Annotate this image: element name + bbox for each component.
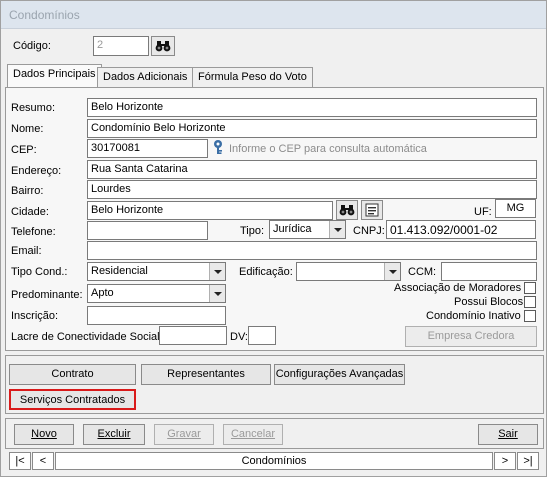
novo-button[interactable]: Novo: [14, 424, 74, 445]
assoc-moradores-label: Associação de Moradores: [394, 282, 522, 294]
key-icon[interactable]: [213, 139, 227, 158]
tipo-cond-label: Tipo Cond.:: [11, 266, 68, 278]
chevron-down-icon[interactable]: [209, 285, 225, 302]
endereco-field[interactable]: Rua Santa Catarina: [87, 160, 537, 179]
configuracoes-avancadas-button[interactable]: Configurações Avançadas: [274, 364, 405, 385]
tab-dados-principais[interactable]: Dados Principais: [7, 64, 102, 87]
window-title: Condomínios: [1, 1, 546, 29]
tab-formula-peso-voto[interactable]: Fórmula Peso do Voto: [192, 67, 313, 88]
email-field[interactable]: [87, 241, 537, 260]
nome-label: Nome:: [11, 123, 44, 135]
inscricao-field[interactable]: [87, 306, 226, 325]
email-label: Email:: [11, 245, 42, 257]
cancelar-button-label: Cancelar: [230, 428, 276, 440]
codigo-search-button[interactable]: [151, 36, 175, 56]
excluir-button[interactable]: Excluir: [83, 424, 145, 445]
condominio-inativo-checkbox[interactable]: [524, 310, 536, 322]
ccm-field[interactable]: [441, 262, 537, 281]
edificacao-label: Edificação:: [239, 266, 293, 278]
cidade-search-button[interactable]: [336, 200, 358, 220]
lacre-field[interactable]: [159, 326, 227, 345]
tab-dados-adicionais[interactable]: Dados Adicionais: [97, 67, 194, 88]
telefone-label: Telefone:: [11, 226, 56, 238]
predominante-select[interactable]: Apto: [87, 284, 226, 303]
dv-label: DV:: [230, 331, 248, 343]
gravar-button-label: Gravar: [167, 428, 201, 440]
binoculars-icon: [339, 205, 355, 216]
condominios-window: Condomínios Código: 2 Dados Principais D…: [0, 0, 547, 477]
predominante-label: Predominante:: [11, 289, 83, 301]
uf-field[interactable]: MG: [495, 199, 536, 218]
empresa-credora-button[interactable]: Empresa Credora: [405, 326, 537, 347]
tipo-select[interactable]: Jurídica: [269, 220, 346, 239]
resumo-field[interactable]: Belo Horizonte: [87, 98, 537, 117]
codigo-field[interactable]: 2: [93, 36, 149, 56]
endereco-label: Endereço:: [11, 165, 62, 177]
sair-button-label: Sair: [498, 428, 518, 440]
tipo-cond-select[interactable]: Residencial: [87, 262, 226, 281]
tipo-cond-select-value: Residencial: [91, 265, 148, 277]
chevron-down-icon[interactable]: [209, 263, 225, 280]
representantes-button[interactable]: Representantes: [141, 364, 271, 385]
binoculars-icon: [155, 41, 171, 52]
cidade-label: Cidade:: [11, 206, 49, 218]
cep-field[interactable]: 30170081: [87, 139, 208, 158]
ccm-label: CCM:: [408, 266, 437, 278]
bairro-label: Bairro:: [11, 185, 44, 197]
dv-field[interactable]: [248, 326, 276, 345]
lacre-label: Lacre de Conectividade Social:: [11, 331, 163, 343]
novo-button-label: Novo: [31, 428, 57, 440]
gravar-button[interactable]: Gravar: [154, 424, 214, 445]
cep-label: CEP:: [11, 144, 37, 156]
servicos-contratados-button[interactable]: Serviços Contratados: [9, 389, 136, 410]
chevron-down-icon[interactable]: [329, 221, 345, 238]
codigo-label: Código:: [13, 40, 51, 52]
cnpj-label: CNPJ:: [353, 225, 385, 237]
cidade-field[interactable]: Belo Horizonte: [87, 201, 333, 220]
uf-label: UF:: [474, 206, 492, 218]
cidade-list-button[interactable]: [361, 200, 383, 220]
list-icon: [365, 203, 379, 217]
tipo-label: Tipo:: [240, 225, 265, 237]
nav-label: Condomínios: [55, 452, 493, 470]
predominante-select-value: Apto: [91, 287, 114, 299]
nav-prev-button[interactable]: <: [32, 452, 54, 470]
resumo-label: Resumo:: [11, 102, 56, 114]
possui-blocos-label: Possui Blocos: [454, 296, 524, 308]
condominio-inativo-label: Condomínio Inativo: [426, 310, 521, 322]
assoc-moradores-checkbox[interactable]: [524, 282, 536, 294]
sair-button[interactable]: Sair: [478, 424, 538, 445]
telefone-field[interactable]: [87, 221, 208, 240]
nav-last-button[interactable]: >|: [517, 452, 539, 470]
edificacao-select[interactable]: [296, 262, 401, 281]
excluir-button-label: Excluir: [97, 428, 131, 440]
cep-hint: Informe o CEP para consulta automática: [229, 143, 427, 155]
nav-next-button[interactable]: >: [494, 452, 516, 470]
bairro-field[interactable]: Lourdes: [87, 180, 537, 199]
chevron-down-icon[interactable]: [384, 263, 400, 280]
nome-field[interactable]: Condomínio Belo Horizonte: [87, 119, 537, 138]
cnpj-field[interactable]: 01.413.092/0001-02: [386, 220, 536, 239]
possui-blocos-checkbox[interactable]: [524, 296, 536, 308]
cancelar-button[interactable]: Cancelar: [223, 424, 283, 445]
nav-first-button[interactable]: |<: [9, 452, 31, 470]
inscricao-label: Inscrição:: [11, 310, 59, 322]
tipo-select-value: Jurídica: [273, 223, 312, 235]
contrato-button[interactable]: Contrato: [9, 364, 136, 385]
